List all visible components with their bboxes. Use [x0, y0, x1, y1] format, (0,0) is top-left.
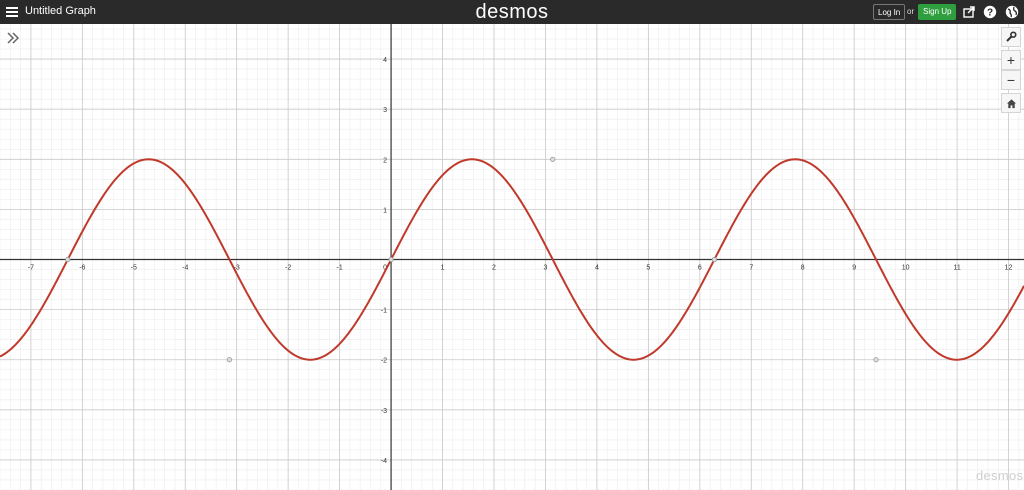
globe-icon[interactable] — [1005, 5, 1019, 19]
point-of-interest[interactable] — [550, 156, 556, 162]
svg-text:?: ? — [987, 8, 993, 19]
default-viewport-button[interactable] — [1001, 93, 1021, 113]
point-of-interest[interactable] — [711, 256, 717, 263]
help-icon[interactable]: ? — [983, 5, 997, 19]
y-tick-label: -2 — [381, 358, 387, 365]
x-tick-label: -1 — [337, 265, 343, 272]
x-tick-label: 6 — [698, 265, 702, 272]
menu-icon[interactable] — [6, 5, 18, 19]
x-tick-label: -7 — [28, 265, 34, 272]
login-button[interactable]: Log In — [873, 4, 906, 20]
zoom-out-button[interactable]: − — [1001, 70, 1021, 90]
top-bar: Untitled Graph desmos Log In or Sign Up … — [0, 0, 1024, 24]
zoom-in-button[interactable]: + — [1001, 50, 1021, 70]
x-tick-label: 3 — [543, 265, 547, 272]
signup-button[interactable]: Sign Up — [918, 4, 957, 20]
graph-canvas[interactable]: -7 -6 -5 -4 -3 -2 -1 1 2 3 4 5 6 7 8 9 10 11 12-4-3-2-1123… — [0, 24, 1024, 490]
y-tick-label: -1 — [381, 308, 387, 315]
x-tick-label: 9 — [852, 265, 856, 272]
x-tick-label: 11 — [953, 265, 960, 272]
point-of-interest[interactable] — [65, 256, 71, 263]
x-tick-label: 8 — [801, 265, 805, 272]
point-of-interest[interactable] — [388, 256, 394, 263]
graph-title[interactable]: Untitled Graph — [25, 5, 96, 17]
or-label: or — [907, 7, 915, 16]
x-tick-label: 4 — [595, 265, 599, 272]
y-tick-label: 2 — [383, 157, 387, 164]
x-tick-label: 5 — [646, 265, 650, 272]
y-tick-label: 3 — [383, 107, 387, 114]
x-tick-label: 1 — [441, 265, 445, 272]
x-tick-label: 7 — [749, 265, 753, 272]
y-tick-label: -3 — [381, 408, 387, 415]
minor-grid — [0, 24, 1024, 490]
y-tick-label: 1 — [383, 207, 387, 214]
x-tick-label: 12 — [1005, 265, 1013, 272]
share-icon[interactable] — [962, 5, 976, 19]
expand-expression-list-icon[interactable] — [5, 30, 21, 46]
x-tick-label: 10 — [902, 265, 910, 272]
x-tick-label: -4 — [182, 265, 188, 272]
x-tick-label: -2 — [285, 265, 291, 272]
point-of-interest[interactable] — [873, 357, 879, 363]
x-tick-label: -5 — [131, 265, 137, 272]
home-icon — [1006, 98, 1016, 108]
graph-settings-button[interactable] — [1001, 27, 1021, 47]
y-tick-label: -4 — [381, 458, 387, 465]
point-of-interest[interactable] — [226, 357, 233, 363]
tick-labels: -7 -6 -5 -4 -3 -2 -1 1 2 3 4 5 6 7 8 9 10 11 12-4-3-2-1123… — [28, 57, 1013, 465]
desmos-watermark: desmos — [976, 468, 1024, 483]
x-tick-label: -6 — [79, 265, 85, 272]
desmos-logo: desmos — [475, 1, 549, 23]
wrench-icon — [1006, 31, 1017, 42]
x-tick-label: 2 — [492, 265, 496, 272]
y-tick-label: 4 — [383, 57, 387, 64]
